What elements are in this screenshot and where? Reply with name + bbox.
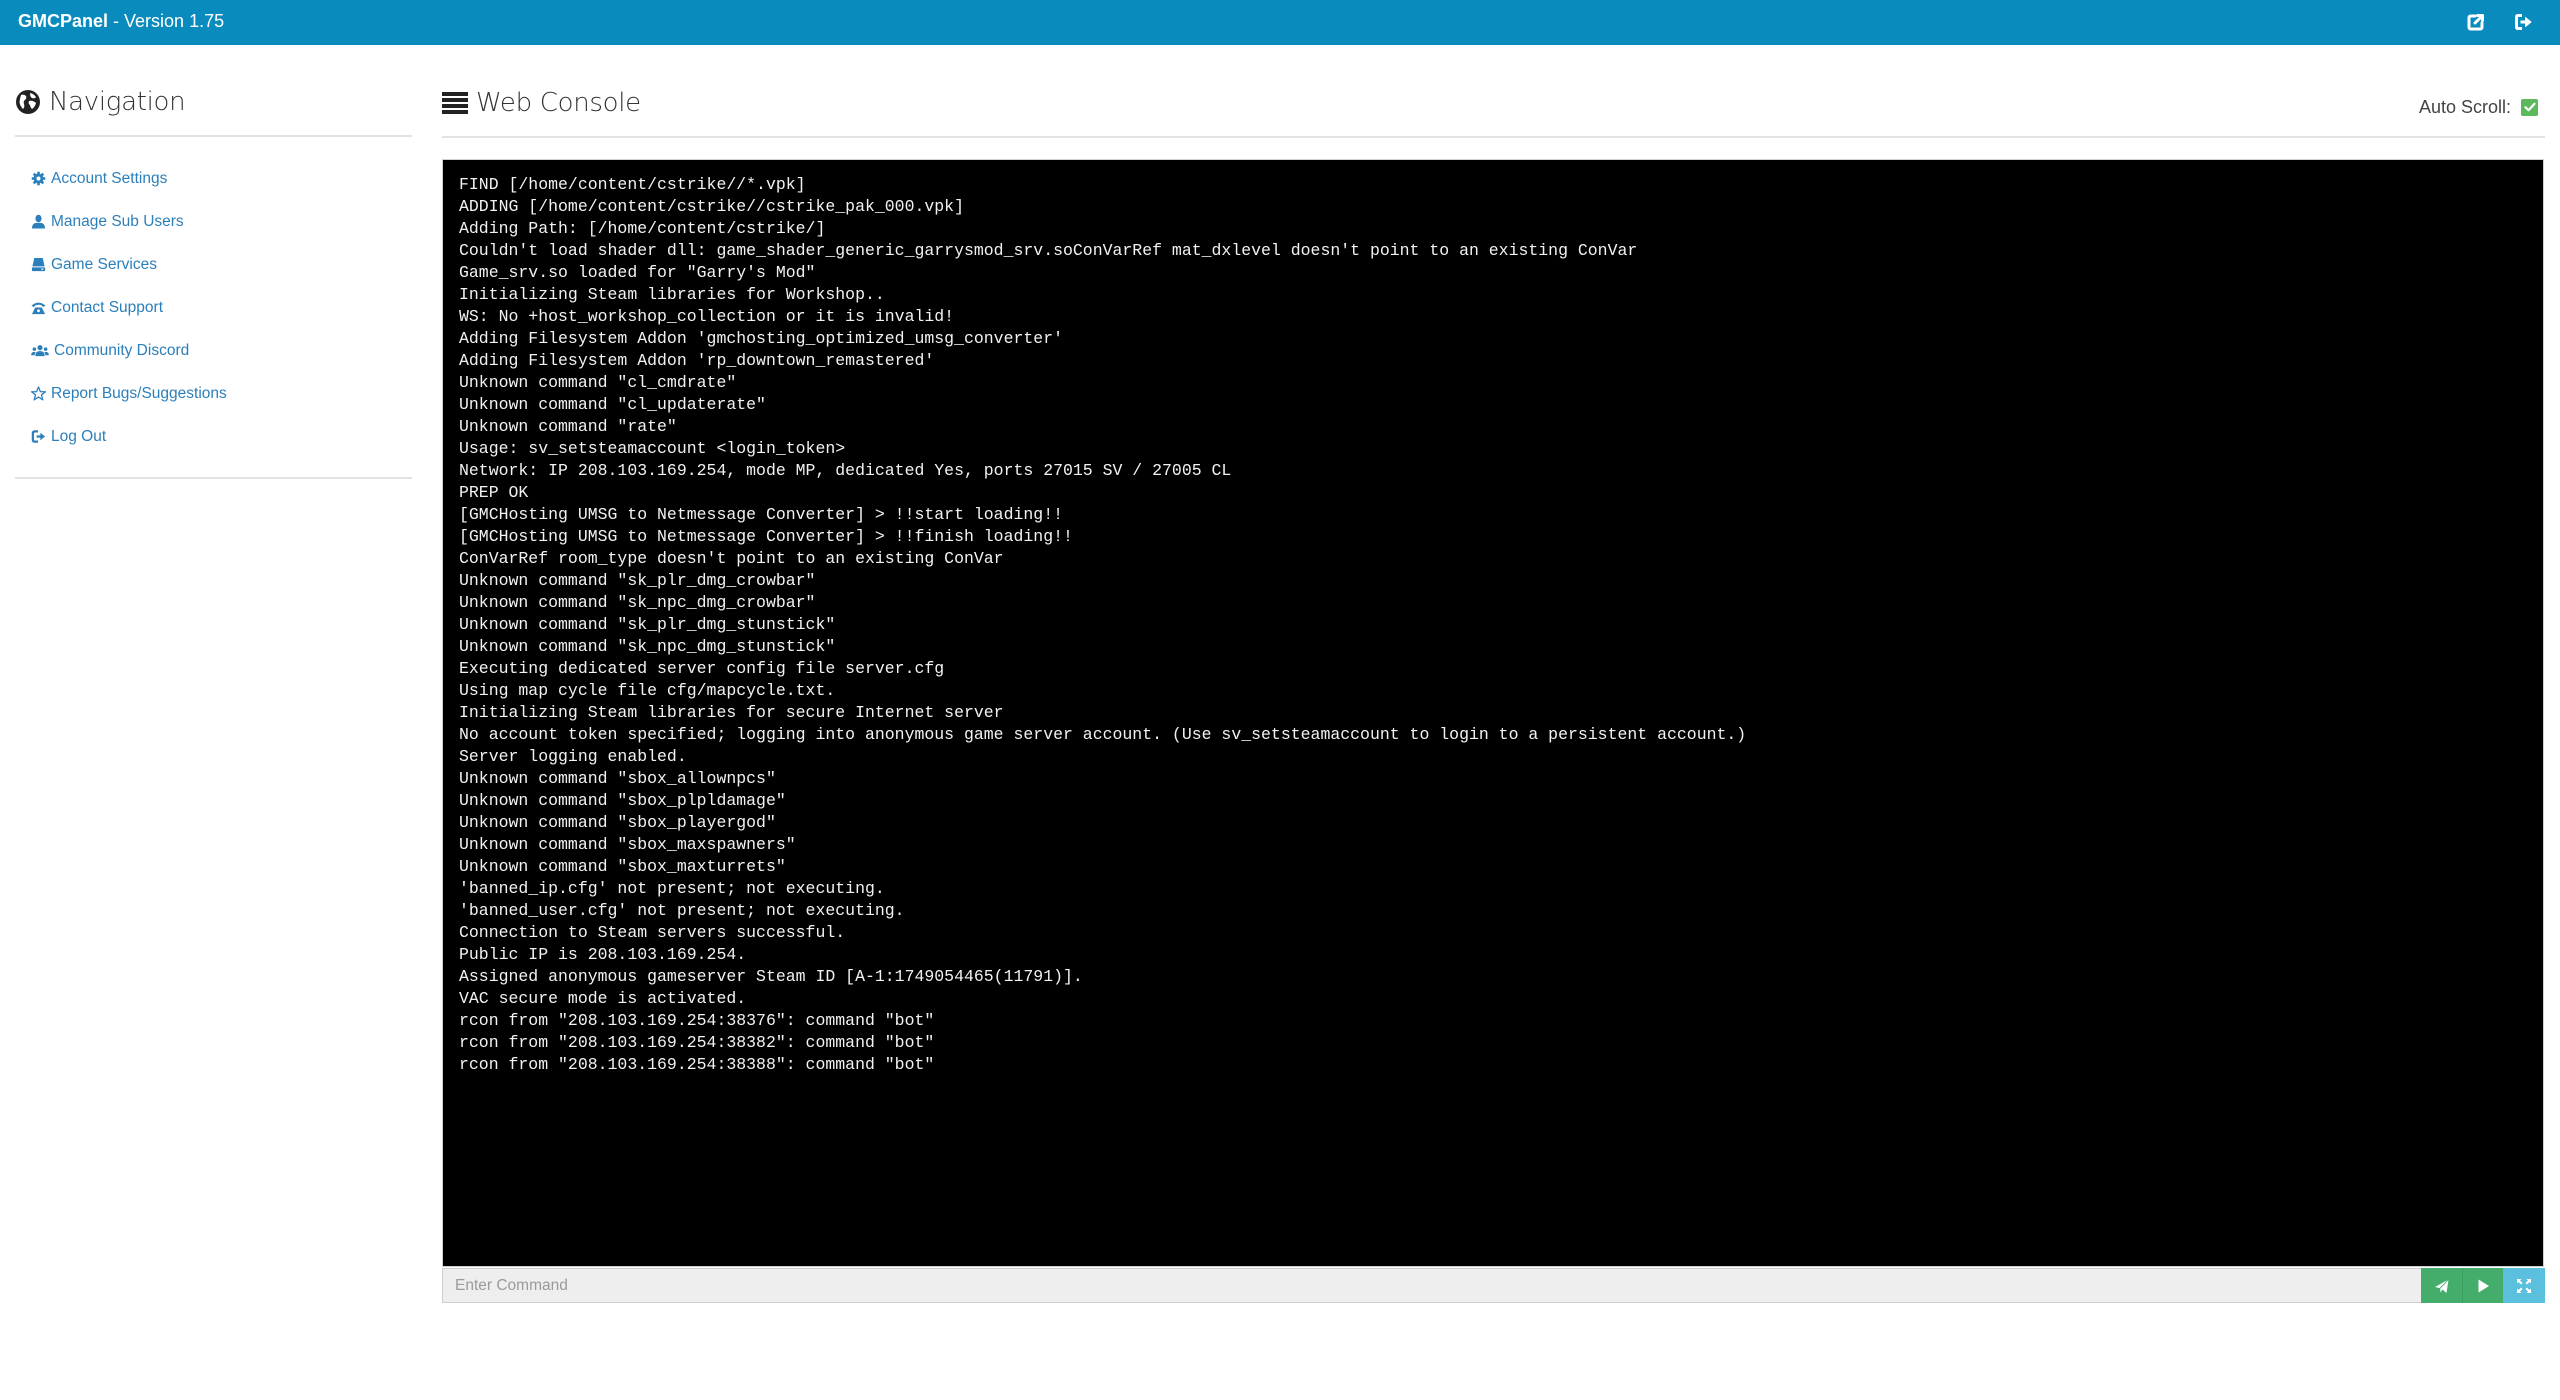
sidebar-item-report-bugs[interactable]: Report Bugs/Suggestions: [30, 380, 227, 407]
brand[interactable]: GMCPanel - Version 1.75: [18, 11, 224, 32]
sign-out-icon: [30, 429, 46, 445]
console-line: ConVarRef room_type doesn't point to an …: [459, 549, 1004, 568]
sidebar-item-label: Manage Sub Users: [51, 212, 184, 230]
sidebar-item-account-settings[interactable]: Account Settings: [30, 165, 227, 192]
command-input[interactable]: [442, 1268, 2421, 1303]
console-line: Initializing Steam libraries for secure …: [459, 703, 1004, 722]
console-line: Assigned anonymous gameserver Steam ID […: [459, 967, 1083, 986]
sidebar-item-label: Game Services: [51, 255, 157, 273]
console-line: Unknown command "sbox_playergod": [459, 813, 776, 832]
console-line: 'banned_ip.cfg' not present; not executi…: [459, 879, 885, 898]
console-line: Connection to Steam servers successful.: [459, 923, 846, 942]
hdd-icon: [30, 257, 46, 273]
console-divider: [442, 136, 2545, 138]
console-line: Unknown command "sbox_allownpcs": [459, 769, 776, 788]
brand-name: GMCPanel: [18, 11, 109, 31]
console-line: Network: IP 208.103.169.254, mode MP, de…: [459, 461, 1232, 480]
console-line: Unknown command "sk_npc_dmg_crowbar": [459, 593, 816, 612]
paper-plane-icon: [2434, 1278, 2449, 1293]
sidebar-item-game-services[interactable]: Game Services: [30, 251, 227, 278]
console-line: VAC secure mode is activated.: [459, 989, 747, 1008]
sidebar-item-community-discord[interactable]: Community Discord: [30, 337, 227, 364]
play-icon: [2478, 1279, 2489, 1292]
sidebar-heading: Navigation: [15, 84, 186, 120]
console-line: rcon from "208.103.169.254:38382": comma…: [459, 1033, 935, 1052]
auto-scroll-control: Auto Scroll:: [2419, 94, 2538, 120]
console-line: Game_srv.so loaded for "Garry's Mod": [459, 263, 816, 282]
auto-scroll-checkbox[interactable]: [2521, 98, 2538, 116]
expand-icon: [2517, 1278, 2531, 1293]
user-icon: [30, 214, 46, 230]
sidebar-item-label: Community Discord: [54, 341, 190, 359]
console-line: [GMCHosting UMSG to Netmessage Converter…: [459, 505, 1063, 524]
globe-icon: [15, 89, 41, 115]
console-line: Adding Filesystem Addon 'rp_downtown_rem…: [459, 351, 935, 370]
sidebar-divider-top: [15, 135, 412, 137]
console-line: Unknown command "sk_npc_dmg_stunstick": [459, 637, 836, 656]
sidebar-item-manage-sub-users[interactable]: Manage Sub Users: [30, 208, 227, 235]
sidebar-item-label: Report Bugs/Suggestions: [51, 384, 227, 402]
console-line: ADDING [/home/content/cstrike//cstrike_p…: [459, 197, 964, 216]
console-line: Using map cycle file cfg/mapcycle.txt.: [459, 681, 836, 700]
console-line: Initializing Steam libraries for Worksho…: [459, 285, 885, 304]
sidebar-divider-bottom: [15, 477, 412, 479]
console-line: [GMCHosting UMSG to Netmessage Converter…: [459, 527, 1073, 546]
console-line: 'banned_user.cfg' not present; not execu…: [459, 901, 905, 920]
sidebar-item-log-out[interactable]: Log Out: [30, 423, 227, 450]
console-heading-text: Web Console: [476, 88, 641, 118]
gear-icon: [30, 171, 46, 187]
send-button[interactable]: [2421, 1268, 2462, 1303]
console-line: Unknown command "cl_updaterate": [459, 395, 766, 414]
check-icon: [2523, 102, 2536, 112]
console-line: FIND [/home/content/cstrike//*.vpk]: [459, 175, 806, 194]
external-link-icon[interactable]: [2466, 12, 2486, 32]
top-navbar: GMCPanel - Version 1.75: [0, 0, 2560, 45]
star-icon: [30, 386, 46, 402]
console-line: Unknown command "sk_plr_dmg_stunstick": [459, 615, 836, 634]
console-line: PREP OK: [459, 483, 529, 502]
console-line: No account token specified; logging into…: [459, 725, 1747, 744]
console-line: rcon from "208.103.169.254:38376": comma…: [459, 1011, 935, 1030]
list-icon: [442, 91, 468, 115]
console-line: Unknown command "sk_plr_dmg_crowbar": [459, 571, 816, 590]
console-line: Executing dedicated server config file s…: [459, 659, 945, 678]
console-heading: Web Console: [442, 85, 641, 121]
console-line: Server logging enabled.: [459, 747, 687, 766]
sidebar-item-label: Account Settings: [51, 169, 168, 187]
sidebar-heading-text: Navigation: [49, 87, 186, 117]
sign-out-icon[interactable]: [2513, 12, 2533, 32]
console-line: Public IP is 208.103.169.254.: [459, 945, 747, 964]
sidebar-item-label: Log Out: [51, 427, 107, 445]
sidebar-item-label: Contact Support: [51, 298, 164, 316]
fullscreen-button[interactable]: [2503, 1268, 2545, 1303]
auto-scroll-label: Auto Scroll:: [2418, 96, 2511, 117]
console-line: Couldn't load shader dll: game_shader_ge…: [459, 241, 1638, 260]
console-line: WS: No +host_workshop_collection or it i…: [459, 307, 955, 326]
sidebar-item-contact-support[interactable]: Contact Support: [30, 294, 227, 321]
users-icon: [30, 343, 49, 359]
console-line: Unknown command "cl_cmdrate": [459, 373, 737, 392]
console-line: Usage: sv_setsteamaccount <login_token>: [459, 439, 846, 458]
console-line: Adding Path: [/home/content/cstrike/]: [459, 219, 826, 238]
console-line: Unknown command "sbox_plpldamage": [459, 791, 786, 810]
console-output[interactable]: FIND [/home/content/cstrike//*.vpk] ADDIN…: [442, 159, 2544, 1267]
console-line: Unknown command "sbox_maxturrets": [459, 857, 786, 876]
console-line: rcon from "208.103.169.254:38388": comma…: [459, 1055, 935, 1074]
console-line: Unknown command "rate": [459, 417, 677, 436]
run-button[interactable]: [2462, 1268, 2503, 1303]
sidebar-nav: Account Settings Manage Sub Users Game S…: [30, 165, 227, 466]
console-line: Unknown command "sbox_maxspawners": [459, 835, 796, 854]
phone-icon: [30, 300, 46, 316]
brand-version: - Version 1.75: [108, 11, 225, 31]
command-bar: [442, 1268, 2545, 1303]
console-line: Adding Filesystem Addon 'gmchosting_opti…: [459, 329, 1063, 348]
